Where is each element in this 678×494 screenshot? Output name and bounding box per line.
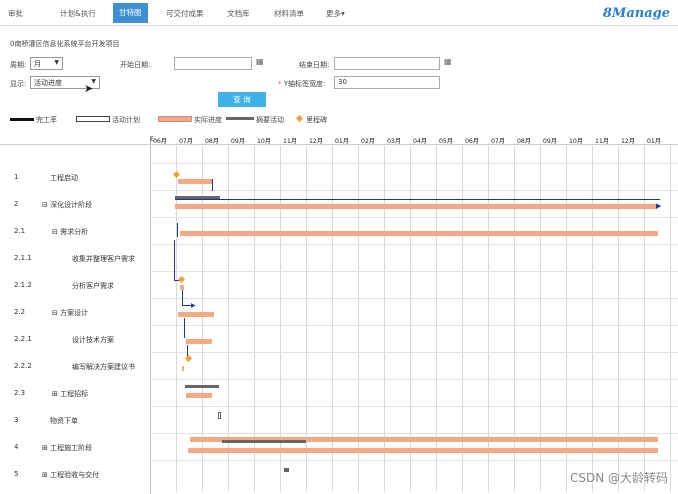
query-button[interactable]: 查 询 (218, 92, 266, 107)
tab-more[interactable]: 更多▾ (326, 8, 345, 19)
collapse-icon[interactable]: ⊟ (42, 201, 48, 209)
y-axis-width-input[interactable]: 30 (334, 76, 440, 89)
actual-bar[interactable] (186, 339, 212, 344)
row-number: 2.1.1 (14, 254, 32, 262)
row-number: 4 (14, 443, 19, 451)
row-number: 2.3 (14, 389, 26, 397)
legend-complete: 完工率 (36, 116, 57, 124)
expand-icon[interactable]: ⊞ (42, 444, 48, 452)
actual-bar[interactable] (178, 179, 213, 184)
row-number: 2.1 (14, 227, 26, 235)
actual-bar[interactable] (180, 231, 658, 236)
period-select[interactable]: 月 ▼ (30, 57, 63, 70)
milestone-marker[interactable] (172, 170, 181, 179)
y-axis-width-label: * Y轴标签宽度: (278, 80, 326, 88)
row-task-name[interactable]: ⊟ 深化设计阶段 (42, 200, 92, 210)
actual-bar[interactable] (186, 393, 212, 398)
dependency-line (174, 240, 175, 280)
tab-documents[interactable]: 文档库 (227, 8, 250, 19)
tab-approval[interactable]: 审批 (8, 8, 23, 19)
summary-bar[interactable] (185, 385, 219, 388)
row-task-name[interactable]: ⊞ 工程施工阶段 (42, 443, 92, 453)
plan-bar[interactable] (218, 412, 221, 419)
calendar-icon[interactable]: ▦ (256, 57, 264, 66)
tab-materials[interactable]: 材料清单 (274, 8, 304, 19)
end-date-input[interactable] (334, 57, 440, 70)
display-value: 活动进度 (34, 79, 62, 87)
row-number: 2 (14, 200, 19, 208)
start-date-input[interactable] (174, 57, 252, 70)
legend-actual: 实际进度 (194, 116, 222, 124)
row-task-name[interactable]: ⊟ 需求分析 (52, 227, 88, 237)
actual-bar[interactable] (175, 204, 657, 209)
dependency-line (212, 179, 213, 191)
row-number: 3 (14, 416, 19, 424)
plan-swatch (76, 116, 110, 122)
watermark-text: CSDN @大龄转码 (569, 471, 668, 485)
row-task-name[interactable]: ⊞ 工程招标 (52, 389, 88, 399)
expand-icon[interactable]: ⊞ (52, 390, 58, 398)
tab-gantt[interactable]: 甘特图 (113, 3, 148, 23)
actual-bar[interactable] (188, 448, 658, 453)
row-number: 2.2 (14, 308, 26, 316)
mouse-cursor-icon: ➤ (84, 82, 94, 95)
row-task-name[interactable]: 工程启动 (50, 173, 78, 183)
select-caret-icon: ▼ (54, 59, 59, 66)
end-date-label: 结束日期: (299, 61, 330, 69)
required-marker: * (278, 80, 282, 88)
app-logo: 8Manage (602, 6, 670, 21)
start-date-label: 开始日期: (120, 61, 151, 69)
row-task-name[interactable]: 设计技术方案 (72, 335, 114, 345)
row-number: 1 (14, 173, 19, 181)
row-task-name[interactable]: ⊞ 工程验收与交付 (42, 470, 99, 480)
actual-bar[interactable] (182, 366, 184, 371)
row-number: 2.2.1 (14, 335, 32, 343)
summary-bar[interactable] (284, 468, 289, 472)
dependency-line (177, 223, 178, 237)
arrow-right-icon: ▶ (191, 302, 196, 309)
header-divider (0, 144, 678, 145)
top-nav: 审批 计划&执行 甘特图 可交付成果 文档库 材料清单 更多▾ 8Manage (0, 0, 678, 26)
row-task-name[interactable]: 编写解决方案建议书 (72, 362, 135, 372)
dependency-line (175, 199, 660, 200)
chevron-down-icon: ▾ (341, 9, 345, 18)
complete-swatch (10, 118, 34, 121)
calendar-icon[interactable]: ▦ (444, 57, 452, 66)
display-label: 显示: (10, 80, 27, 88)
summary-swatch (226, 117, 254, 120)
tab-plan-execute[interactable]: 计划&执行 (60, 8, 96, 19)
row-number: 5 (14, 470, 19, 478)
legend-plan: 活动计划 (112, 116, 140, 124)
milestone-marker[interactable] (177, 275, 186, 284)
actual-bar[interactable] (178, 312, 214, 317)
row-number: 2.2.2 (14, 362, 32, 370)
project-title: 0南桥灌区信息化系统平台开发项目 (10, 40, 120, 48)
legend-summary: 摘要活动 (256, 116, 284, 124)
period-label: 周期: (10, 61, 27, 69)
actual-swatch (158, 116, 192, 122)
collapse-icon[interactable]: ⊟ (52, 228, 58, 236)
row-task-name[interactable]: 物资下单 (50, 416, 78, 426)
row-number: 2.1.2 (14, 281, 32, 289)
milestone-swatch (295, 114, 304, 123)
row-task-name[interactable]: 收集并整理客户需求 (72, 254, 135, 264)
dependency-line (182, 290, 183, 306)
tab-deliverables[interactable]: 可交付成果 (166, 8, 204, 19)
dependency-line (184, 318, 185, 338)
arrow-right-icon: ▶ (656, 202, 662, 210)
row-task-name[interactable]: 分析客户需求 (72, 281, 114, 291)
expand-icon[interactable]: ⊞ (42, 471, 48, 479)
row-task-name[interactable]: ⊟ 方案设计 (52, 308, 88, 318)
summary-bar[interactable] (222, 440, 306, 443)
collapse-icon[interactable]: ⊟ (52, 309, 58, 317)
period-value: 月 (34, 60, 41, 68)
legend-milestone: 里程碑 (306, 116, 327, 124)
